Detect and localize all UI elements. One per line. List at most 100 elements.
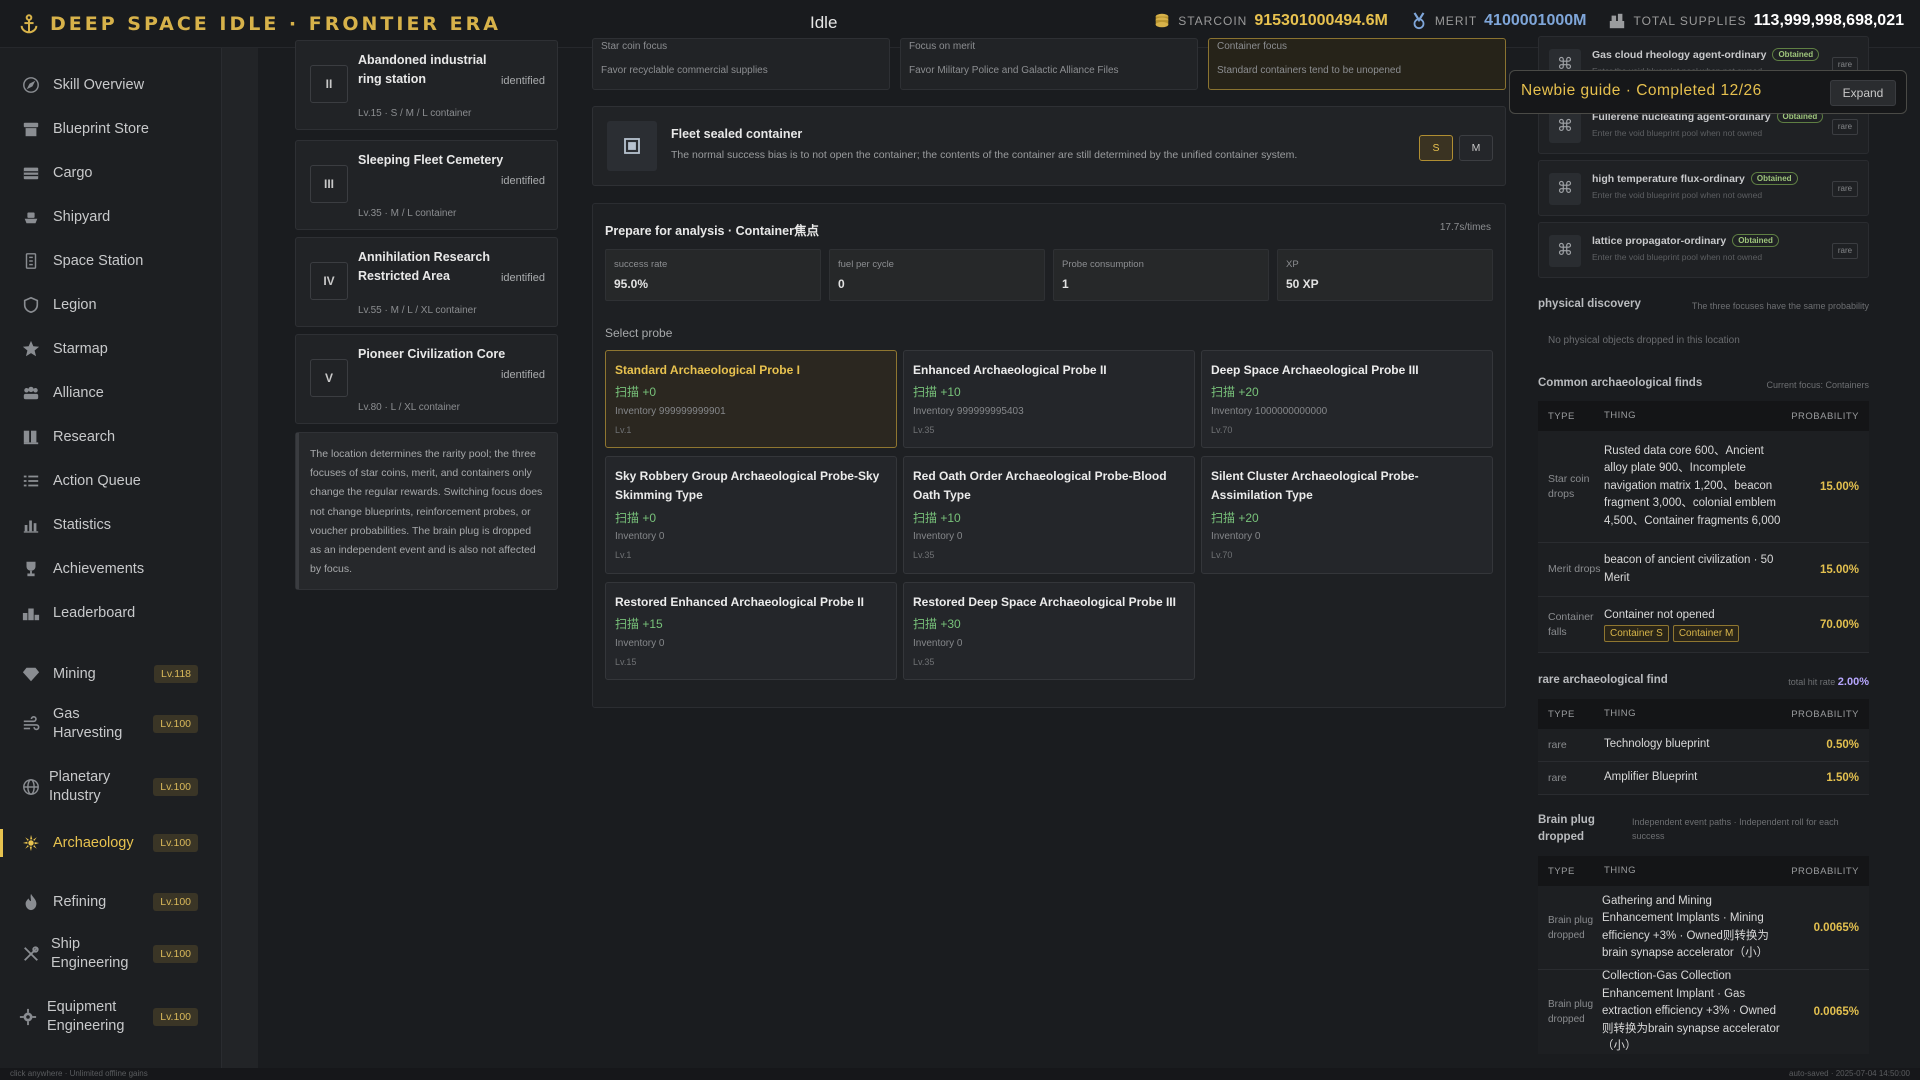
sidebar-item-refining[interactable]: Refining Lv.100 [0,882,222,922]
focus-desc: Favor Military Police and Galactic Allia… [909,65,1119,76]
flask-icon [23,430,39,445]
probe-inventory: Inventory 0 [913,531,963,542]
sidebar-item-starmap[interactable]: Starmap [0,329,222,369]
table-header: TYPE THING PROBABILITY [1538,699,1869,729]
probe-card[interactable]: Enhanced Archaeological Probe II 扫描 +10 … [903,350,1195,448]
sidebar-item-alliance[interactable]: Alliance [0,373,222,413]
sidebar: Skill Overview Blueprint Store Cargo Shi… [0,48,222,1068]
table-row: rare Technology blueprint 0.50% [1538,729,1869,762]
size-s-button[interactable]: S [1419,135,1453,161]
sidebar-item-label: Action Queue [53,472,141,489]
sidebar-item-blueprint-store[interactable]: Blueprint Store [0,109,222,149]
location-tier: III [310,165,348,203]
focus-container[interactable]: Container focus Standard containers tend… [1208,38,1506,90]
rarity-badge: rare [1832,119,1858,135]
location-tier: II [310,65,348,103]
table-row: Brain plug dropped Gathering and Mining … [1538,886,1869,970]
stat-label: XP [1286,259,1299,270]
sidebar-item-label: Ship Engineering [51,936,129,971]
sidebar-item-label: Space Station [53,252,144,269]
location-card[interactable]: III Sleeping Fleet Cemetery identified L… [295,140,558,230]
command-icon: ⌘ [1549,235,1581,267]
rarity-badge: rare [1832,181,1858,197]
probe-card[interactable]: Sky Robbery Group Archaeological Probe-S… [605,456,897,574]
location-card[interactable]: IV Annihilation Research Restricted Area… [295,237,558,327]
obtained-badge: Obtained [1772,48,1820,61]
probe-name: Red Oath Order Archaeological Probe-Bloo… [913,469,1167,502]
focus-merit[interactable]: Focus on merit Favor Military Police and… [900,38,1198,90]
probe-card[interactable]: Restored Enhanced Archaeological Probe I… [605,582,897,680]
sidebar-item-cargo[interactable]: Cargo [0,153,222,193]
sidebar-item-label: Refining [53,893,107,910]
location-card[interactable]: II Abandoned industrial ring station ide… [295,40,558,130]
sidebar-item-planetary-industry[interactable]: Planetary Industry Lv.100 [0,763,222,811]
probe-card[interactable]: Deep Space Archaeological Probe III 扫描 +… [1201,350,1493,448]
location-note: The location determines the rarity pool;… [295,432,558,590]
probe-name: Standard Archaeological Probe I [615,363,800,377]
blueprint-sub: Enter the void blueprint pool when not o… [1592,252,1763,262]
store-icon [23,122,39,137]
sidebar-item-equipment-engineering[interactable]: Equipment Engineering Lv.100 [0,993,222,1041]
probe-card[interactable]: Standard Archaeological Probe I 扫描 +0 In… [605,350,897,448]
sidebar-item-label: Blueprint Store [53,120,149,137]
brain-plug-note: Independent event paths · Independent ro… [1632,817,1839,841]
probe-name: Restored Deep Space Archaeological Probe… [913,595,1176,609]
level-badge: Lv.100 [153,893,198,911]
probe-scan: 扫描 +15 [615,617,663,631]
sidebar-item-achievements[interactable]: Achievements [0,549,222,589]
sidebar-item-archaeology[interactable]: Archaeology Lv.100 [0,823,222,863]
container-icon [607,121,657,171]
level-badge: Lv.100 [153,715,198,733]
sidebar-item-space-station[interactable]: Space Station [0,241,222,281]
select-probe-label: Select probe [605,326,673,340]
obtained-badge: Obtained [1732,234,1779,247]
expand-button[interactable]: Expand [1830,80,1896,106]
focus-starcoin[interactable]: Star coin focus Favor recyclable commerc… [592,38,890,90]
footer: click anywhere · Unlimited offline gains… [0,1068,1920,1080]
level-badge: Lv.100 [153,945,198,963]
probe-level: Lv.35 [913,550,935,560]
physical-discovery-note: The three focuses have the same probabil… [1691,301,1869,311]
sidebar-item-legion[interactable]: Legion [0,285,222,325]
sealed-desc: The normal success bias is to not open t… [671,149,1298,161]
sidebar-item-label: Planetary Industry [49,769,111,804]
table-row: Star coin drops Rusted data core 600、Anc… [1538,431,1869,543]
sidebar-item-leaderboard[interactable]: Leaderboard [0,593,222,633]
probe-level: Lv.15 [615,657,637,667]
location-tier: IV [310,262,348,300]
sidebar-item-skill-overview[interactable]: Skill Overview [0,65,222,105]
physical-discovery-title: physical discovery [1538,298,1641,310]
sidebar-item-mining[interactable]: Mining Lv.118 [0,654,222,694]
probe-card[interactable]: Red Oath Order Archaeological Probe-Bloo… [903,456,1195,574]
blueprint-item: ⌘ high temperature flux-ordinary Obtained… [1538,160,1869,216]
probe-card[interactable]: Silent Cluster Archaeological Probe-Assi… [1201,456,1493,574]
location-sub: Lv.80 · L / XL container [358,402,460,413]
size-m-button[interactable]: M [1459,135,1493,161]
sidebar-item-label: Alliance [53,384,104,401]
sidebar-item-label: Legion [53,296,97,313]
currency-bar: STARCOIN 915301000494.6M MERIT 410000100… [1153,12,1904,30]
sidebar-item-research[interactable]: Research [0,417,222,457]
stat-probe-consumption: Probe consumption 1 [1053,249,1269,301]
sidebar-item-shipyard[interactable]: Shipyard [0,197,222,237]
sidebar-item-gas-harvesting[interactable]: Gas Harvesting Lv.100 [0,700,222,748]
gear-icon [19,1008,37,1026]
probe-card[interactable]: Restored Deep Space Archaeological Probe… [903,582,1195,680]
sidebar-item-ship-engineering[interactable]: Ship Engineering Lv.100 [0,930,222,978]
location-card[interactable]: V Pioneer Civilization Core identified L… [295,334,558,424]
probe-name: Deep Space Archaeological Probe III [1211,363,1419,377]
ship-icon [24,212,38,224]
probe-inventory: Inventory 0 [615,638,665,649]
stat-label: success rate [614,259,668,270]
anchor-icon [20,13,38,33]
sidebar-item-label: Cargo [53,164,93,181]
podium-icon [22,608,40,621]
probe-inventory: Inventory 0 [1211,531,1261,542]
sidebar-item-statistics[interactable]: Statistics [0,505,222,545]
physical-empty-text: No physical objects dropped in this loca… [1548,335,1740,346]
currency-label: STARCOIN [1178,14,1248,28]
currency-label: MERIT [1434,14,1478,28]
sidebar-item-action-queue[interactable]: Action Queue [0,461,222,501]
focus-selector: Star coin focus Favor recyclable commerc… [592,38,1506,90]
probe-level: Lv.1 [615,425,632,435]
